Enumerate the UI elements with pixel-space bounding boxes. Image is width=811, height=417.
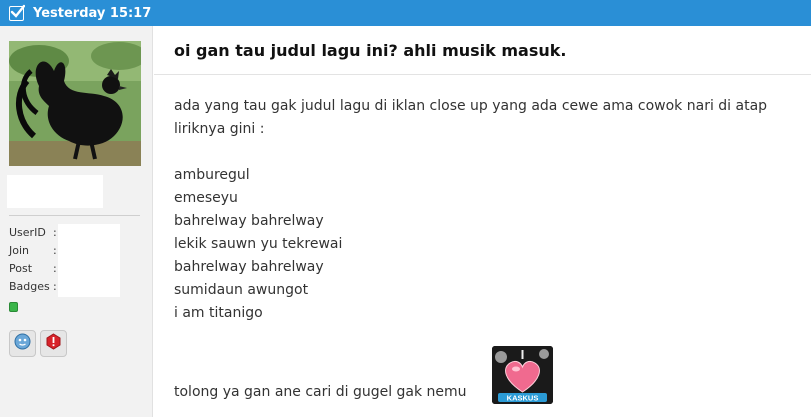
badges-label: Badges xyxy=(9,280,50,293)
lyric-line: sumidaun awungot xyxy=(174,282,309,298)
post-count-label: Post xyxy=(9,262,33,275)
post-closing-text: tolong ya gan ane cari di gugel gak nemu xyxy=(174,384,467,400)
post-body: ada yang tau gak judul lagu di iklan clo… xyxy=(174,95,804,325)
post-title: oi gan tau judul lagu ini? ahli musik ma… xyxy=(174,41,567,60)
user-sidebar: UserID: Join: Post: Badges: xyxy=(0,26,153,417)
post-intro-line: liriknya gini : xyxy=(174,121,265,137)
report-button[interactable] xyxy=(40,330,67,357)
lyric-line: lekik sauwn yu tekrewai xyxy=(174,236,343,252)
lyric-line: i am titanigo xyxy=(174,305,263,321)
emoticon-label: KASKUS xyxy=(507,394,539,403)
post-content: oi gan tau judul lagu ini? ahli musik ma… xyxy=(154,26,811,417)
online-status-icon xyxy=(9,302,18,312)
post-intro-line: ada yang tau gak judul lagu di iklan clo… xyxy=(174,98,768,114)
profile-face-icon xyxy=(14,333,31,354)
lyric-line: amburegul xyxy=(174,167,250,183)
username-placeholder[interactable] xyxy=(7,175,103,208)
lyric-line: bahrelway bahrelway xyxy=(174,213,324,229)
title-divider xyxy=(154,74,811,75)
userid-label: UserID xyxy=(9,226,46,239)
sidebar-divider xyxy=(9,215,140,216)
profile-button[interactable] xyxy=(9,330,36,357)
report-alert-icon xyxy=(45,333,62,354)
post-timestamp: Yesterday 15:17 xyxy=(33,5,152,21)
lyric-line: emeseyu xyxy=(174,190,238,206)
post-header-bar: Yesterday 15:17 xyxy=(0,0,811,26)
user-avatar[interactable] xyxy=(9,41,141,166)
user-info-list: UserID: Join: Post: Badges: xyxy=(9,224,57,296)
user-info-values xyxy=(58,224,120,297)
join-label: Join xyxy=(9,244,30,257)
checkbox-checked-icon[interactable] xyxy=(9,4,25,21)
lyric-line: bahrelway bahrelway xyxy=(174,259,324,275)
kaskus-heart-emoticon: KASKUS xyxy=(492,346,553,404)
